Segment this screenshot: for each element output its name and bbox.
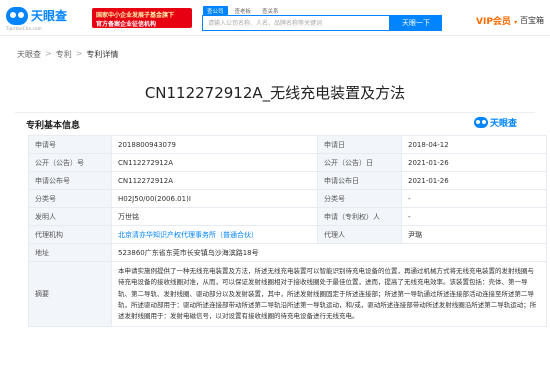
label-address: 地址: [28, 243, 112, 262]
label-applicant: 申请（专利权）人: [317, 207, 402, 226]
value-class-no: H02J50/00(2006.01)I: [111, 189, 318, 208]
value-pub-no: CN112272912A: [111, 153, 318, 172]
value-application-no: 2018800943079: [111, 135, 318, 154]
top-header: 天眼查 TianYanCha.com 国家中小企业发展子基金旗下 官方备案企业征…: [0, 0, 550, 36]
watermark-text: 天眼查: [490, 119, 518, 129]
value-applicant: -: [401, 207, 547, 226]
table-row: 代理机构 北京清亦华知识产权代理事务所（普通合伙） 代理人 尹璐: [28, 225, 547, 244]
breadcrumb-home[interactable]: 天眼查: [17, 49, 41, 60]
label-pub-date: 公开（公告）日: [317, 153, 402, 172]
search-box: [202, 15, 390, 31]
label-main-class: 分类号: [317, 189, 402, 208]
eyes-logo-icon: [474, 117, 488, 128]
vip-label: VIP会员: [476, 17, 511, 27]
breadcrumb-separator: >: [75, 49, 83, 58]
label-agent: 代理人: [317, 225, 402, 244]
table-row: 申请号 2018800943079 申请日 2018-04-12: [28, 135, 547, 154]
table-row: 公开（公告）号 CN112272912A 公开（公告）日 2021-01-26: [28, 153, 547, 172]
value-agent: 尹璐: [401, 225, 547, 244]
table-row: 分类号 H02J50/00(2006.01)I 分类号 -: [28, 189, 547, 208]
vip-menu[interactable]: VIP会员 ▾: [476, 14, 517, 27]
search-input[interactable]: [203, 16, 389, 30]
label-class-no: 分类号: [28, 189, 112, 208]
label-app-pub-no: 申请公布号: [28, 171, 112, 190]
label-pub-no: 公开（公告）号: [28, 153, 112, 172]
logo-text: 天眼查: [31, 9, 68, 23]
label-abstract: 摘要: [28, 260, 112, 328]
value-main-class: -: [401, 189, 547, 208]
divider: [15, 112, 535, 113]
watermark-logo: 天眼查: [474, 116, 517, 129]
eyes-logo-icon: [6, 7, 28, 25]
promo-line1: 国家中小企业发展子基金旗下: [96, 12, 175, 19]
promo-banner[interactable]: 国家中小企业发展子基金旗下 官方备案企业征信机构: [92, 8, 192, 28]
promo-line2: 官方备案企业征信机构: [96, 21, 157, 28]
section-title: 专利基本信息: [26, 121, 81, 131]
page-title: CN112272912A_无线充电装置及方法: [144, 84, 406, 102]
table-row: 发明人 万世铭 申请（专利权）人 -: [28, 207, 547, 226]
table-row: 地址 523860广东省东莞市长安镇乌沙海滨路18号: [28, 243, 547, 262]
table-row: 摘要 本申请实施例提供了一种无线充电装置及方法，所述无线充电装置可以智能识别待充…: [28, 260, 547, 328]
value-abstract: 本申请实施例提供了一种无线充电装置及方法，所述无线充电装置可以智能识别待充电设备…: [111, 260, 547, 328]
value-agency-link[interactable]: 北京清亦华知识产权代理事务所（普通合伙）: [111, 225, 318, 244]
value-pub-date: 2021-01-26: [401, 153, 547, 172]
breadcrumb-patent[interactable]: 专利: [56, 49, 72, 60]
table-row: 申请公布号 CN112272912A 申请公布日 2021-01-26: [28, 171, 547, 190]
breadcrumb-separator: >: [45, 49, 52, 58]
value-inventor: 万世铭: [111, 207, 318, 226]
value-address: 523860广东省东莞市长安镇乌沙海滨路18号: [111, 243, 547, 262]
patent-info-table: 申请号 2018800943079 申请日 2018-04-12 公开（公告）号…: [28, 135, 547, 328]
label-app-pub-date: 申请公布日: [317, 171, 402, 190]
label-agency: 代理机构: [28, 225, 112, 244]
label-application-date: 申请日: [317, 135, 402, 154]
value-application-date: 2018-04-12: [401, 135, 547, 154]
breadcrumb: 天眼查 > 专利 > 专利详情: [17, 49, 118, 60]
chevron-down-icon: ▾: [514, 19, 518, 26]
value-app-pub-date: 2021-01-26: [401, 171, 547, 190]
breadcrumb-current: 专利详情: [86, 50, 119, 59]
label-inventor: 发明人: [28, 207, 112, 226]
value-app-pub-no: CN112272912A: [111, 171, 318, 190]
toolbox-link[interactable]: 百宝箱: [520, 15, 544, 26]
site-logo[interactable]: 天眼查: [6, 7, 67, 25]
logo-subtext: TianYanCha.com: [6, 26, 42, 31]
label-application-no: 申请号: [28, 135, 112, 154]
search-button[interactable]: 天眼一下: [390, 15, 442, 31]
